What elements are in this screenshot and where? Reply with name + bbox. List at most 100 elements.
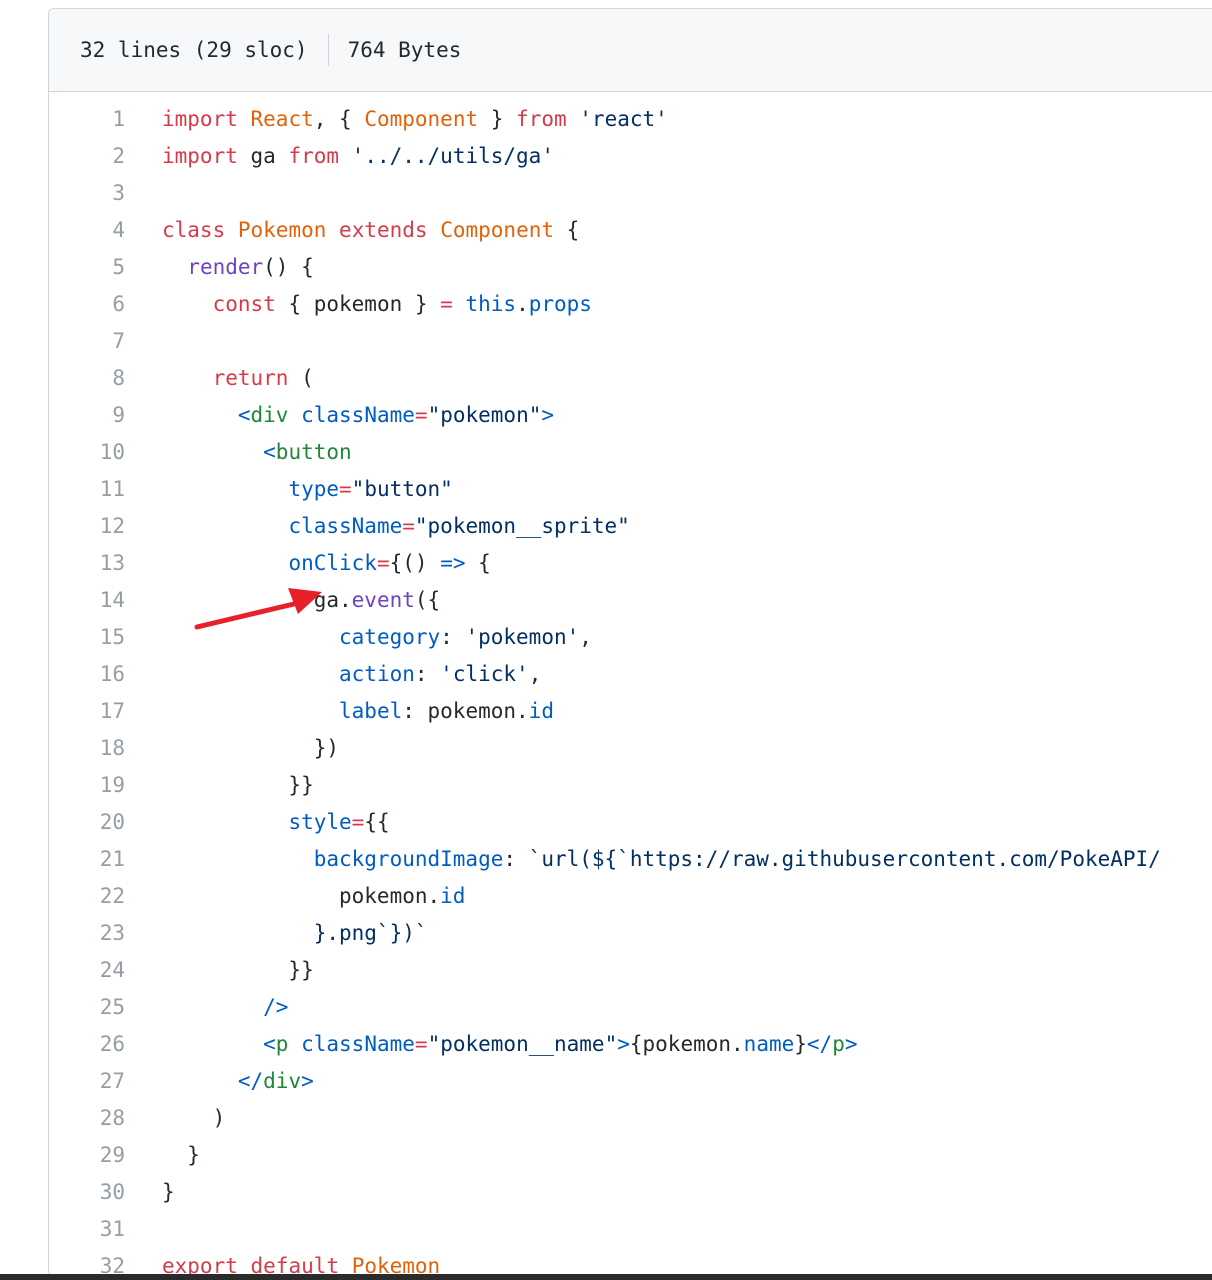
code-token: "button" bbox=[351, 477, 453, 501]
line-code: }.png`})` bbox=[125, 915, 1212, 952]
line-number[interactable]: 6 bbox=[49, 286, 125, 323]
file-viewer: 32 lines (29 sloc) 764 Bytes 1 import Rea… bbox=[48, 8, 1212, 1276]
line-number[interactable]: 30 bbox=[49, 1174, 125, 1211]
line-code: <button bbox=[125, 434, 1212, 471]
code-token: } bbox=[478, 107, 517, 131]
line-number[interactable]: 11 bbox=[49, 471, 125, 508]
code-line: 23 }.png`})` bbox=[49, 915, 1212, 952]
code-token: return bbox=[212, 366, 289, 390]
code-line: 6 const { pokemon } = this.props bbox=[49, 286, 1212, 323]
line-number[interactable]: 18 bbox=[49, 730, 125, 767]
line-number[interactable]: 16 bbox=[49, 656, 125, 693]
line-code: pokemon.id bbox=[125, 878, 1212, 915]
code-line: 13 onClick={() => { bbox=[49, 545, 1212, 582]
code-token: {pokemon. bbox=[629, 1032, 744, 1056]
code-token: class bbox=[162, 218, 226, 242]
line-number[interactable]: 17 bbox=[49, 693, 125, 730]
code-token: className bbox=[301, 1032, 415, 1056]
code-token: }) bbox=[162, 736, 340, 760]
code-line: 1 import React, { Component } from 'react… bbox=[49, 101, 1212, 138]
line-number[interactable]: 15 bbox=[49, 619, 125, 656]
line-code: ga.event({ bbox=[125, 582, 1212, 619]
line-number[interactable]: 20 bbox=[49, 804, 125, 841]
code-token: { bbox=[554, 218, 580, 242]
line-number[interactable]: 9 bbox=[49, 397, 125, 434]
line-number[interactable]: 13 bbox=[49, 545, 125, 582]
line-number[interactable]: 31 bbox=[49, 1211, 125, 1248]
line-number[interactable]: 1 bbox=[49, 101, 125, 138]
code-token: div bbox=[263, 1069, 302, 1093]
code-token: : bbox=[440, 625, 466, 649]
code-token: name bbox=[743, 1032, 795, 1056]
line-number[interactable]: 26 bbox=[49, 1026, 125, 1063]
file-line-count: 32 lines (29 sloc) bbox=[80, 38, 308, 62]
code-token: > bbox=[617, 1032, 630, 1056]
line-code: <div className="pokemon"> bbox=[125, 397, 1212, 434]
line-number[interactable]: 29 bbox=[49, 1137, 125, 1174]
line-number[interactable]: 24 bbox=[49, 952, 125, 989]
code-token: = bbox=[376, 551, 390, 575]
code-token: = bbox=[414, 403, 428, 427]
code-token: ga bbox=[237, 144, 289, 168]
line-number[interactable]: 10 bbox=[49, 434, 125, 471]
code-line: 22 pokemon.id bbox=[49, 878, 1212, 915]
code-token: => bbox=[440, 551, 466, 575]
line-number[interactable]: 12 bbox=[49, 508, 125, 545]
line-number[interactable]: 22 bbox=[49, 878, 125, 915]
code-token: {{ bbox=[364, 810, 390, 834]
line-number[interactable]: 2 bbox=[49, 138, 125, 175]
code-token: Component bbox=[364, 107, 479, 131]
line-code: export default Pokemon bbox=[125, 1248, 1212, 1275]
code-token: React bbox=[250, 107, 314, 131]
line-number[interactable]: 3 bbox=[49, 175, 125, 212]
line-number[interactable]: 25 bbox=[49, 989, 125, 1026]
line-number[interactable]: 4 bbox=[49, 212, 125, 249]
line-number[interactable]: 19 bbox=[49, 767, 125, 804]
code-token: } bbox=[162, 1180, 175, 1204]
file-size: 764 Bytes bbox=[347, 38, 462, 62]
line-number[interactable]: 32 bbox=[49, 1248, 125, 1275]
code-token: category bbox=[339, 625, 441, 649]
code-token: < bbox=[162, 1032, 276, 1056]
file-header: 32 lines (29 sloc) 764 Bytes bbox=[49, 9, 1212, 92]
code-line: 4 class Pokemon extends Component { bbox=[49, 212, 1212, 249]
line-code: const { pokemon } = this.props bbox=[125, 286, 1212, 323]
line-number[interactable]: 28 bbox=[49, 1100, 125, 1137]
code-token: type bbox=[288, 477, 340, 501]
code-token: "pokemon" bbox=[427, 403, 542, 427]
code-token: = bbox=[351, 810, 365, 834]
code-token: label bbox=[339, 699, 403, 723]
line-number[interactable]: 5 bbox=[49, 249, 125, 286]
line-code bbox=[125, 323, 1212, 360]
code-token: from bbox=[516, 107, 567, 131]
code-token: p bbox=[275, 1032, 289, 1056]
code-token: 'pokemon' bbox=[465, 625, 580, 649]
line-number[interactable]: 8 bbox=[49, 360, 125, 397]
code-line: 18 }) bbox=[49, 730, 1212, 767]
line-number[interactable]: 14 bbox=[49, 582, 125, 619]
line-code: render() { bbox=[125, 249, 1212, 286]
code-token: = bbox=[339, 477, 352, 501]
code-token: > bbox=[844, 1032, 858, 1056]
line-number[interactable]: 21 bbox=[49, 841, 125, 878]
line-code: }) bbox=[125, 730, 1212, 767]
line-code: }} bbox=[125, 767, 1212, 804]
line-code: category: 'pokemon', bbox=[125, 619, 1212, 656]
line-number[interactable]: 23 bbox=[49, 915, 125, 952]
code-token: , bbox=[579, 625, 592, 649]
line-number[interactable]: 27 bbox=[49, 1063, 125, 1100]
line-number[interactable]: 7 bbox=[49, 323, 125, 360]
code-token: : bbox=[414, 662, 441, 686]
code-token: backgroundImage bbox=[313, 847, 504, 871]
code-token: = bbox=[414, 1032, 428, 1056]
code-token: {() bbox=[389, 551, 441, 575]
code-line: 20 style={{ bbox=[49, 804, 1212, 841]
